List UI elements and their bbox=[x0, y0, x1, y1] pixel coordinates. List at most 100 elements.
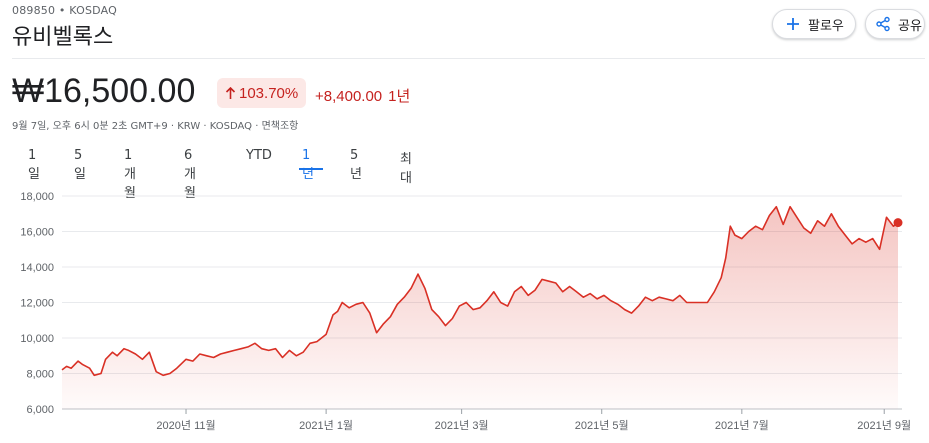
data-point bbox=[672, 300, 674, 302]
data-point bbox=[472, 309, 474, 311]
data-point bbox=[169, 373, 171, 375]
ticker-line: 089850 • KOSDAQ bbox=[12, 4, 117, 17]
company-name: 유비벨록스 bbox=[12, 25, 114, 50]
data-point bbox=[589, 293, 591, 295]
data-point bbox=[631, 312, 633, 314]
header-divider bbox=[12, 58, 925, 59]
data-point bbox=[817, 220, 819, 222]
data-point bbox=[555, 282, 557, 284]
data-point bbox=[782, 223, 784, 225]
x-tick-label: 2021년 5월 bbox=[575, 419, 629, 432]
data-point bbox=[624, 309, 626, 311]
data-point bbox=[219, 353, 221, 355]
data-point bbox=[596, 298, 598, 300]
percent-change-value: 103.70% bbox=[239, 84, 299, 102]
data-point bbox=[729, 225, 731, 227]
last-price-dot bbox=[893, 218, 903, 228]
data-point bbox=[93, 374, 95, 376]
active-tab-underline bbox=[299, 168, 323, 170]
data-point bbox=[534, 289, 536, 291]
quote-meta: 9월 7일, 오후 6시 0분 2초 GMT+9 · KRW · KOSDAQ … bbox=[12, 121, 299, 132]
data-point bbox=[775, 206, 777, 208]
data-point bbox=[309, 342, 311, 344]
follow-button[interactable]: 팔로우 bbox=[772, 9, 856, 39]
data-point bbox=[369, 312, 371, 314]
data-point bbox=[295, 355, 297, 357]
data-point bbox=[185, 358, 187, 360]
data-point bbox=[281, 357, 283, 359]
tab-6[interactable]: 5년 bbox=[350, 148, 362, 182]
data-point bbox=[748, 231, 750, 233]
data-point bbox=[851, 243, 853, 245]
data-point bbox=[61, 369, 63, 371]
percent-change-badge: 103.70% bbox=[217, 78, 307, 108]
data-point bbox=[254, 342, 256, 344]
data-point bbox=[431, 309, 433, 311]
absolute-change: +8,400.00 1년 bbox=[315, 85, 410, 106]
data-point bbox=[362, 302, 364, 304]
data-point bbox=[872, 238, 874, 240]
data-point bbox=[844, 234, 846, 236]
data-point bbox=[332, 314, 334, 316]
data-point bbox=[134, 353, 136, 355]
data-point bbox=[105, 358, 107, 360]
data-point bbox=[116, 355, 118, 357]
data-point bbox=[830, 213, 832, 215]
data-point bbox=[438, 316, 440, 318]
data-point bbox=[233, 349, 235, 351]
current-price: ₩16,500.00 bbox=[12, 72, 196, 110]
data-point bbox=[403, 296, 405, 298]
data-point bbox=[837, 225, 839, 227]
tab-0[interactable]: 1일 bbox=[28, 148, 40, 182]
data-point bbox=[325, 333, 327, 335]
tab-5[interactable]: 1년 bbox=[302, 148, 314, 182]
data-point bbox=[302, 351, 304, 353]
data-point bbox=[741, 238, 743, 240]
data-point bbox=[865, 241, 867, 243]
data-point bbox=[268, 349, 270, 351]
data-point bbox=[686, 302, 688, 304]
data-point bbox=[720, 277, 722, 279]
data-point bbox=[70, 367, 72, 369]
data-point bbox=[725, 257, 727, 259]
data-point bbox=[162, 374, 164, 376]
data-point bbox=[240, 348, 242, 350]
data-point bbox=[658, 296, 660, 298]
change-period: 1년 bbox=[388, 88, 411, 105]
data-point bbox=[445, 325, 447, 327]
y-tick-label: 10,000 bbox=[20, 333, 54, 345]
data-point bbox=[603, 294, 605, 296]
y-tick-label: 16,000 bbox=[20, 227, 54, 239]
absolute-change-value: +8,400.00 bbox=[315, 88, 383, 105]
data-point bbox=[396, 303, 398, 305]
data-point bbox=[761, 229, 763, 231]
data-point bbox=[337, 310, 339, 312]
data-point bbox=[582, 296, 584, 298]
data-point bbox=[155, 371, 157, 373]
y-tick-label: 8,000 bbox=[26, 369, 54, 381]
data-point bbox=[796, 216, 798, 218]
share-button[interactable]: 공유 bbox=[865, 9, 925, 39]
data-point bbox=[679, 294, 681, 296]
tab-4[interactable]: YTD bbox=[246, 148, 272, 163]
tab-1[interactable]: 5일 bbox=[74, 148, 86, 182]
price-chart: 6,000 8,000 10,000 12,000 14,000 16,000 18,000… bbox=[20, 191, 911, 432]
share-icon bbox=[876, 16, 890, 32]
data-point bbox=[226, 351, 228, 353]
y-tick-label: 6,000 bbox=[26, 404, 54, 416]
data-point bbox=[100, 373, 102, 375]
data-point bbox=[617, 303, 619, 305]
data-point bbox=[879, 248, 881, 250]
y-tick-label: 12,000 bbox=[20, 298, 54, 310]
follow-label: 팔로우 bbox=[808, 18, 844, 34]
data-point bbox=[148, 351, 150, 353]
data-point bbox=[610, 300, 612, 302]
data-point bbox=[82, 364, 84, 366]
data-point bbox=[507, 305, 509, 307]
y-tick-label: 18,000 bbox=[20, 191, 54, 203]
data-point bbox=[316, 341, 318, 343]
data-point bbox=[206, 355, 208, 357]
data-point bbox=[341, 302, 343, 304]
data-point bbox=[458, 305, 460, 307]
data-point bbox=[562, 291, 564, 293]
